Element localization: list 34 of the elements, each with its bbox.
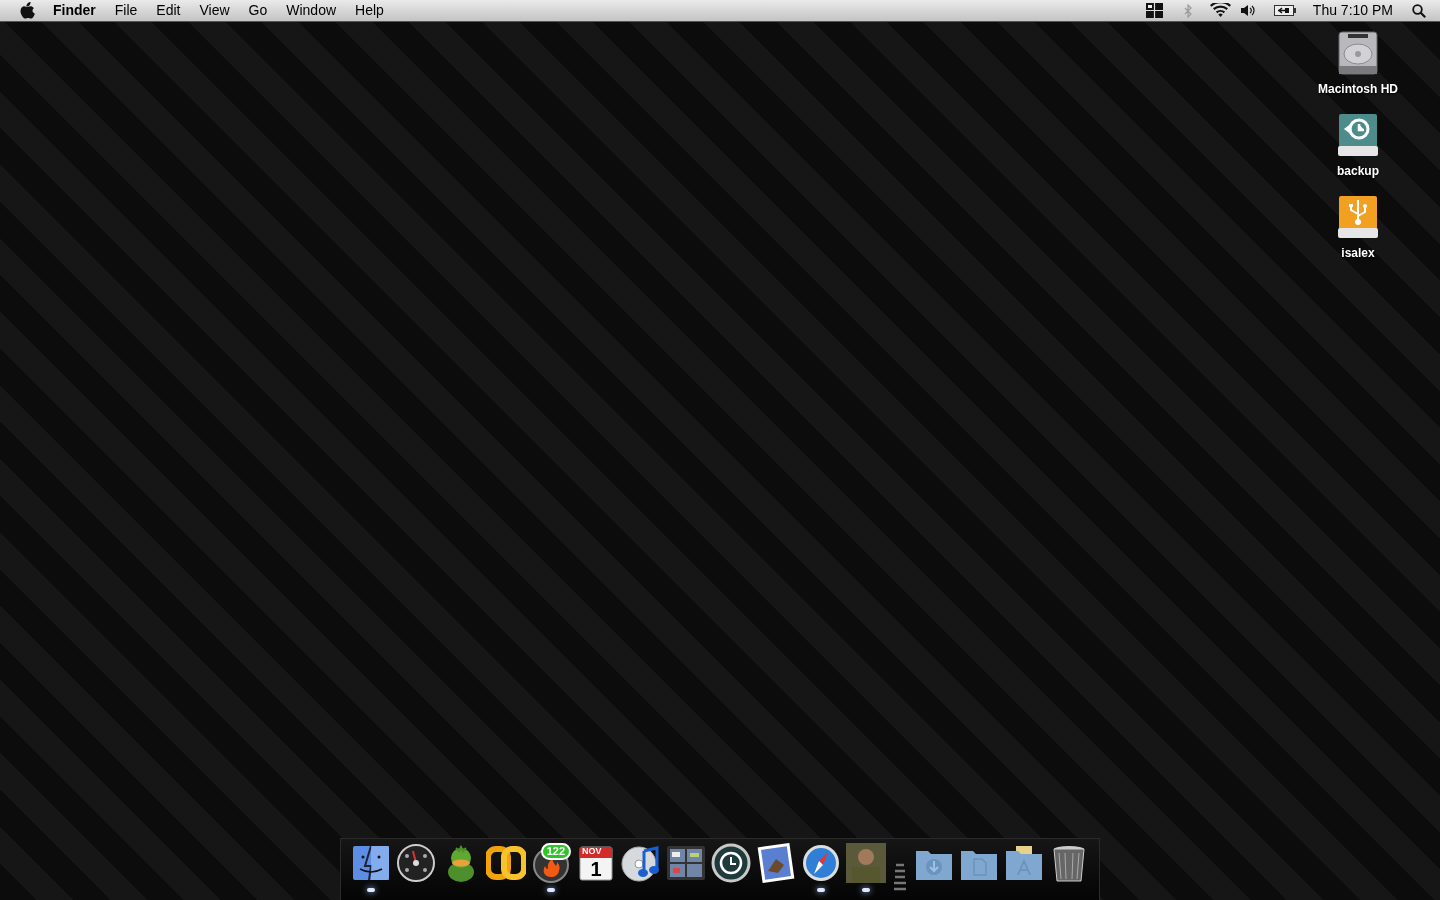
wifi-icon[interactable] <box>1209 3 1231 18</box>
photo-placeholder <box>846 843 886 883</box>
menu-item[interactable]: View <box>199 0 230 21</box>
menu-item[interactable]: Window <box>286 0 337 21</box>
search-icon[interactable] <box>1412 3 1426 18</box>
calendar-day: 1 <box>576 859 616 879</box>
volume-icon[interactable] <box>1240 4 1256 17</box>
app-menu[interactable]: Finder <box>53 0 96 21</box>
battery-icon[interactable] <box>1273 5 1296 16</box>
menu-item[interactable]: Go <box>248 0 268 21</box>
app-folder-icon <box>1004 843 1044 883</box>
calendar-icon <box>576 843 616 883</box>
finder-face-icon <box>351 843 391 883</box>
menu-item[interactable]: Help <box>355 0 384 21</box>
calendar-month: NOV <box>582 847 602 856</box>
icon-label[interactable]: isalex <box>1341 244 1375 262</box>
notification-badge: 122 <box>540 843 571 860</box>
usb-disk-icon[interactable] <box>1336 194 1380 240</box>
menu-item[interactable]: Edit <box>156 0 181 21</box>
clock-icon <box>711 843 751 883</box>
music-disc-icon <box>621 843 661 883</box>
gauge-icon <box>396 843 436 883</box>
dock-separator-icon <box>893 863 907 893</box>
dock-item[interactable]: NOV 1 <box>576 843 616 897</box>
icon-label[interactable]: backup <box>1337 162 1379 180</box>
chain-links-icon <box>486 843 526 883</box>
apple-logo-icon[interactable] <box>19 1 36 20</box>
window-grid-icon <box>666 843 706 883</box>
compass-icon <box>801 843 841 883</box>
backup-disk-icon[interactable] <box>1336 112 1380 158</box>
clock[interactable]: Thu 7:10 PM <box>1312 0 1393 21</box>
spaces-icon[interactable] <box>1145 3 1163 18</box>
icon-label[interactable]: Macintosh HD <box>1318 80 1398 98</box>
menu-item[interactable]: File <box>114 0 138 21</box>
